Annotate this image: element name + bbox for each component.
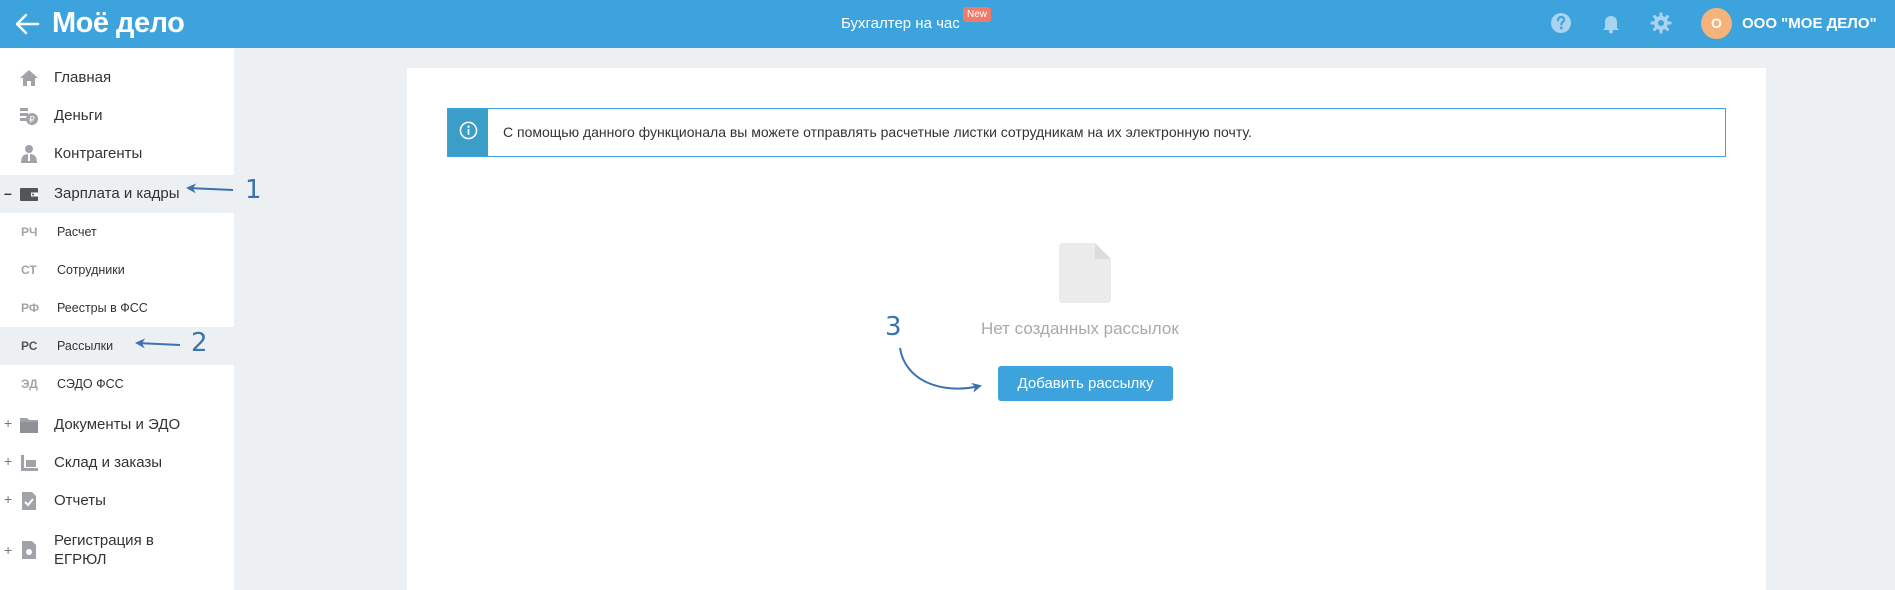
bell-icon[interactable] <box>1599 11 1623 35</box>
sidebar-subitem-calculation[interactable]: РЧ Расчет <box>0 213 234 251</box>
subitem-abbr: СТ <box>21 263 37 277</box>
expand-icon[interactable]: + <box>4 491 12 507</box>
subitem-label: Сотрудники <box>57 263 125 277</box>
organization-name[interactable]: ООО "МОЕ ДЕЛО" <box>1742 15 1877 32</box>
subitem-abbr: РФ <box>21 301 40 315</box>
folder-icon <box>20 418 38 433</box>
registration-icon <box>22 541 36 559</box>
sidebar-item-home[interactable]: Главная <box>0 63 234 93</box>
subitem-label: Реестры в ФСС <box>57 301 148 315</box>
subitem-label: Расчет <box>57 225 97 239</box>
subitem-abbr: РС <box>21 339 38 353</box>
subitem-abbr: РЧ <box>21 225 38 239</box>
subitem-label: Рассылки <box>57 339 114 353</box>
sidebar-item-label: Главная <box>54 69 112 86</box>
back-arrow-icon[interactable] <box>14 12 40 36</box>
sidebar-item-label: Контрагенты <box>54 145 143 162</box>
annotation-number-1: 1 <box>245 175 262 205</box>
svg-text:₽: ₽ <box>29 116 35 126</box>
app-logo[interactable]: Моё дело <box>52 7 185 40</box>
info-icon <box>459 121 478 140</box>
sidebar-item-money[interactable]: ₽ Деньги <box>0 101 234 131</box>
annotation-number-3: 3 <box>885 312 902 342</box>
sidebar-item-contractors[interactable]: Контрагенты <box>0 139 234 169</box>
expand-icon[interactable]: + <box>4 542 12 558</box>
info-text: С помощью данного функционала вы можете … <box>503 124 1252 140</box>
warehouse-icon <box>21 455 38 471</box>
new-badge: New <box>963 7 992 22</box>
add-mailing-button[interactable]: Добавить рассылку <box>998 366 1173 401</box>
sidebar: Главная ₽ Деньги Контрагенты – Зарплата … <box>0 48 234 590</box>
sidebar-item-label: Документы и ЭДО <box>54 416 181 433</box>
info-banner: С помощью данного функционала вы можете … <box>447 108 1726 157</box>
sidebar-item-label: Склад и заказы <box>54 454 163 471</box>
sidebar-subitem-sedo-fss[interactable]: ЭД СЭДО ФСС <box>0 365 234 403</box>
help-icon[interactable] <box>1549 11 1573 35</box>
expand-icon[interactable]: + <box>4 453 12 469</box>
avatar[interactable]: О <box>1701 8 1732 39</box>
report-icon <box>22 492 36 510</box>
sidebar-item-label: Зарплата и кадры <box>54 185 180 202</box>
empty-state-text: Нет созданных рассылок <box>981 319 1179 338</box>
expand-icon[interactable]: + <box>4 415 12 431</box>
empty-document-icon <box>1059 243 1111 303</box>
sidebar-item-documents[interactable]: + Документы и ЭДО <box>0 410 234 440</box>
main-content: С помощью данного функционала вы можете … <box>407 68 1766 590</box>
accountant-per-hour-link[interactable]: Бухгалтер на час <box>841 15 960 32</box>
sidebar-subitem-fss-registers[interactable]: РФ Реестры в ФСС <box>0 289 234 327</box>
collapse-icon[interactable]: – <box>4 185 12 201</box>
subitem-abbr: ЭД <box>21 377 38 391</box>
info-icon-panel <box>448 109 488 156</box>
gear-icon[interactable] <box>1649 11 1673 35</box>
top-bar: Моё дело Бухгалтер на час New О ООО "МОЕ… <box>0 0 1895 48</box>
sidebar-item-warehouse[interactable]: + Склад и заказы <box>0 448 234 478</box>
home-icon <box>20 70 38 86</box>
sidebar-item-label: Отчеты <box>54 492 106 509</box>
money-icon: ₽ <box>20 108 38 126</box>
sidebar-item-label: Деньги <box>54 107 103 124</box>
sidebar-item-salary[interactable]: – Зарплата и кадры <box>0 175 234 213</box>
sidebar-item-registration[interactable]: + Регистрация в ЕГРЮЛ <box>0 528 234 572</box>
annotation-number-2: 2 <box>191 328 208 358</box>
wallet-icon <box>20 188 38 201</box>
sidebar-item-reports[interactable]: + Отчеты <box>0 486 234 516</box>
sidebar-subitem-employees[interactable]: СТ Сотрудники <box>0 251 234 289</box>
subitem-label: СЭДО ФСС <box>57 377 124 391</box>
sidebar-item-label: Регистрация в ЕГРЮЛ <box>54 532 154 568</box>
contractor-icon <box>21 145 37 163</box>
